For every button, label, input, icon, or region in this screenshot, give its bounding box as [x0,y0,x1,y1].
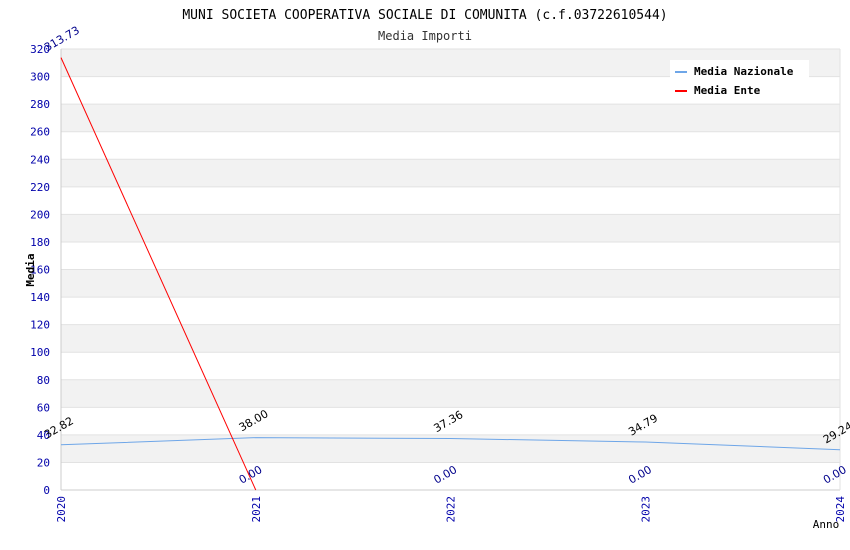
grid-band [61,241,840,270]
grid-band [61,269,840,298]
x-axis-label: Anno [813,518,840,531]
grid-band [61,297,840,325]
y-tick-label: 80 [37,374,50,387]
grid-band [61,131,840,160]
grid-band [61,352,840,380]
chart-subtitle: Media Importi [378,29,472,43]
grid-band [61,159,840,187]
y-tick-label: 180 [30,236,50,249]
y-tick-label: 140 [30,291,50,304]
x-tick-label: 2020 [55,496,68,523]
y-tick-label: 60 [37,401,50,414]
legend-label-media-nazionale: Media Nazionale [694,65,794,78]
y-tick-label: 300 [30,71,50,84]
x-tick-label: 2022 [445,496,458,523]
grid-band [61,379,840,408]
legend: Media Nazionale Media Ente [670,60,809,102]
y-tick-label: 240 [30,153,50,166]
y-tick-label: 20 [37,456,50,469]
y-tick-label: 260 [30,126,50,139]
y-tick-label: 120 [30,319,50,332]
grid-band [61,104,840,132]
y-tick-label: 200 [30,208,50,221]
x-tick-labels: 2020 2021 2022 2023 2024 [55,496,847,523]
grid-band [61,186,840,215]
y-tick-label: 280 [30,98,50,111]
x-tick-label: 2021 [250,496,263,523]
y-tick-label: 100 [30,346,50,359]
legend-label-media-ente: Media Ente [694,84,761,97]
y-tick-label: 220 [30,181,50,194]
line-chart: MUNI SOCIETA COOPERATIVA SOCIALE DI COMU… [24,8,850,531]
x-tick-label: 2023 [639,496,652,523]
y-tick-label: 0 [43,484,50,497]
grid-band [61,214,840,242]
grid-band [61,324,840,353]
y-axis-label: Media [24,253,37,286]
chart-title: MUNI SOCIETA COOPERATIVA SOCIALE DI COMU… [182,8,667,23]
